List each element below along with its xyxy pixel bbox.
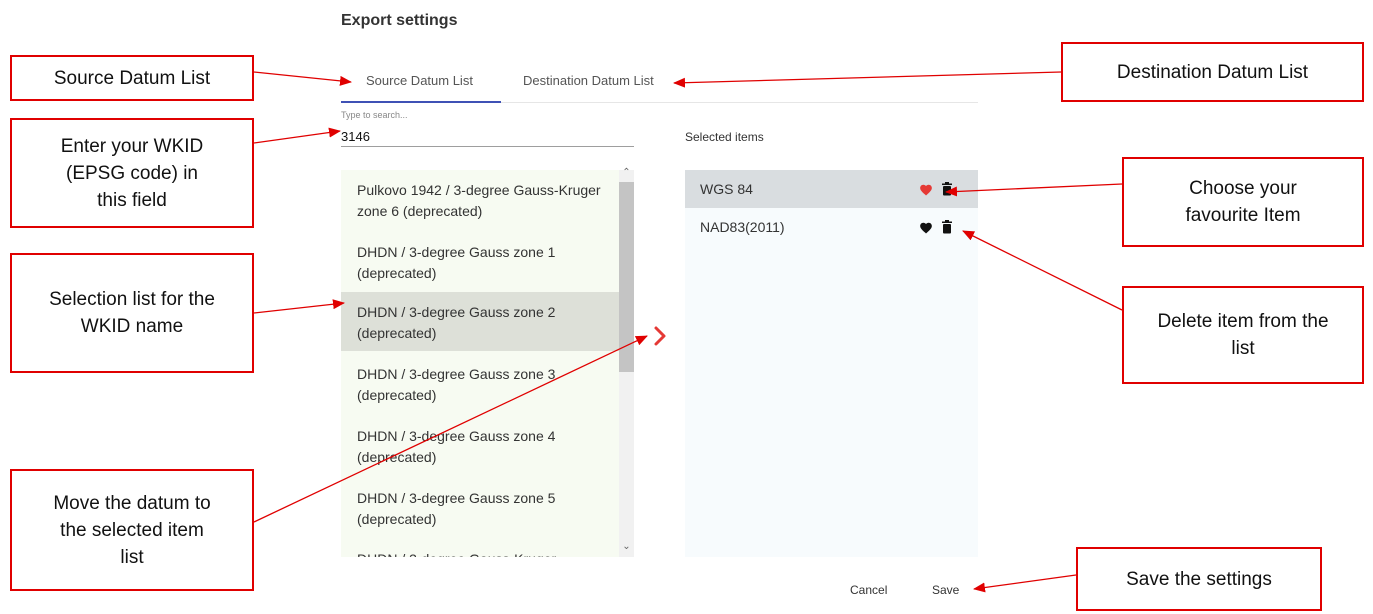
callout-move-datum: Move the datum to the selected item list [10,469,254,591]
arrow-delete [962,230,1123,311]
scrollbar-thumb[interactable] [619,182,634,372]
scroll-down-icon[interactable]: ⌄ [619,540,634,554]
list-item[interactable]: DHDN / 3-degree Gauss-Kruger [341,539,620,557]
list-item[interactable]: Pulkovo 1942 / 3-degree Gauss-Kruger zon… [341,170,620,229]
callout-enter-wkid: Enter your WKID (EPSG code) in this fiel… [10,118,254,228]
selected-items-title: Selected items [685,130,764,144]
trash-icon[interactable] [941,220,953,234]
list-item[interactable]: DHDN / 3-degree Gauss zone 3 (deprecated… [341,354,620,413]
tab-source-datum-list[interactable]: Source Datum List [366,73,473,88]
dialog-title: Export settings [341,12,458,29]
tab-destination-datum-list[interactable]: Destination Datum List [523,73,654,88]
arrow-source-tab [253,71,352,86]
search-label: Type to search... [341,110,408,120]
selected-item-label: NAD83(2011) [700,219,785,235]
source-datum-list: Pulkovo 1942 / 3-degree Gauss-Kruger zon… [341,170,634,557]
list-item[interactable]: DHDN / 3-degree Gauss zone 1 (deprecated… [341,232,620,291]
arrow-save [973,574,1077,593]
callout-selection-list: Selection list for the WKID name [10,253,254,373]
list-item[interactable]: DHDN / 3-degree Gauss zone 5 (deprecated… [341,478,620,537]
active-tab-indicator [341,101,501,103]
callout-favourite: Choose your favourite Item [1122,157,1364,247]
scroll-up-icon[interactable]: ⌃ [619,166,634,180]
arrow-selection-list [253,299,345,314]
chevron-right-icon[interactable] [649,322,673,350]
wkid-search-input[interactable] [341,126,634,147]
arrow-search-field [253,127,341,144]
save-button[interactable]: Save [932,583,959,597]
heart-icon[interactable] [919,183,933,197]
callout-destination-datum-list: Destination Datum List [1061,42,1364,102]
selected-item[interactable]: NAD83(2011) [685,208,978,246]
selected-items-list: WGS 84 NAD83(2011) [685,170,978,557]
selected-item[interactable]: WGS 84 [685,170,978,208]
list-item[interactable]: DHDN / 3-degree Gauss zone 2 (deprecated… [341,292,620,351]
arrow-destination-tab [673,71,1062,88]
callout-save-settings: Save the settings [1076,547,1322,611]
callout-source-datum-list: Source Datum List [10,55,254,101]
selected-item-label: WGS 84 [700,181,753,197]
heart-icon[interactable] [919,221,933,235]
trash-icon[interactable] [941,182,953,196]
list-item[interactable]: DHDN / 3-degree Gauss zone 4 (deprecated… [341,416,620,475]
cancel-button[interactable]: Cancel [850,583,887,597]
callout-delete-item: Delete item from the list [1122,286,1364,384]
